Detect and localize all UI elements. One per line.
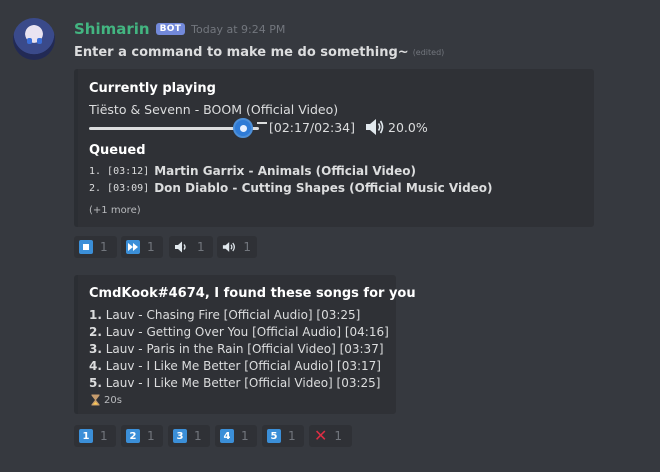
hourglass-icon — [91, 394, 100, 406]
reaction-count: 1 — [194, 429, 202, 443]
result-number: 1. — [89, 308, 102, 322]
avatar-eye-left — [27, 38, 32, 44]
search-results-embed: CmdKook#4674, I found these songs for yo… — [74, 275, 416, 414]
reaction-count: 1 — [197, 240, 205, 254]
reaction-stop[interactable]: 1 — [74, 236, 117, 258]
reaction-count: 1 — [100, 240, 108, 254]
reaction-keycap-5[interactable]: 5 1 — [262, 425, 304, 447]
queue-title: Queued — [89, 143, 146, 158]
queue-item: 2. [03:09] Don Diablo - Cutting Shapes (… — [89, 181, 493, 195]
queue-item-duration: [03:09] — [107, 182, 150, 194]
embed-title: Currently playing — [89, 81, 216, 96]
progress-knob — [233, 118, 253, 138]
bot-tag: BOT — [155, 23, 186, 35]
result-text: Lauv - I Like Me Better [Official Video]… — [105, 376, 381, 390]
keycap-5-icon: 5 — [267, 429, 281, 443]
now-playing-embed: Currently playing Tiësto & Sevenn - BOOM… — [74, 69, 594, 227]
search-result: 4. Lauv - I Like Me Better [Official Aud… — [89, 359, 381, 373]
search-result: 5. Lauv - I Like Me Better [Official Vid… — [89, 376, 380, 390]
reaction-keycap-4[interactable]: 4 1 — [215, 425, 257, 447]
queue-item-title: Martin Garrix - Animals (Official Video) — [154, 164, 417, 178]
reaction-volume-up[interactable]: 1 — [217, 236, 257, 258]
result-number: 2. — [89, 325, 102, 339]
edited-label: (edited) — [412, 47, 445, 57]
current-track: Tiësto & Sevenn - BOOM (Official Video) — [89, 102, 339, 117]
reaction-volume-down[interactable]: 1 — [169, 236, 213, 258]
search-title: CmdKook#4674, I found these songs for yo… — [89, 286, 416, 301]
keycap-4-icon: 4 — [220, 429, 234, 443]
speaker-icon — [366, 119, 384, 135]
result-text: Lauv - Paris in the Rain [Official Video… — [105, 342, 384, 356]
keycap-1-icon: 1 — [79, 429, 93, 443]
reaction-count: 1 — [100, 429, 108, 443]
stop-icon — [79, 240, 93, 254]
result-number: 3. — [89, 342, 102, 356]
reaction-count: 1 — [147, 240, 155, 254]
result-text: Lauv - I Like Me Better [Official Audio]… — [105, 359, 381, 373]
queue-item: 1. [03:12] Martin Garrix - Animals (Offi… — [89, 164, 416, 178]
message-content: Enter a command to make me do something~… — [74, 42, 644, 62]
queue-item-title: Don Diablo - Cutting Shapes (Official Mu… — [154, 181, 493, 195]
reaction-count: 1 — [288, 429, 296, 443]
volume-down-icon — [175, 241, 186, 253]
queue-item-duration: [03:12] — [107, 165, 150, 177]
search-result: 2. Lauv - Getting Over You [Official Aud… — [89, 325, 389, 339]
reaction-cancel[interactable]: ✕ 1 — [309, 425, 352, 447]
search-timer: 20s — [91, 394, 122, 406]
result-text: Lauv - Chasing Fire [Official Audio] [03… — [105, 308, 361, 322]
reaction-keycap-3[interactable]: 3 1 — [168, 425, 210, 447]
result-text: Lauv - Getting Over You [Official Audio]… — [105, 325, 389, 339]
avatar-eye-right — [37, 38, 42, 44]
progress-remaining — [257, 122, 267, 124]
queue-item-number: 1. — [89, 165, 102, 177]
reaction-count: 1 — [241, 429, 249, 443]
timestamp: Today at 9:24 PM — [191, 22, 286, 36]
result-number: 5. — [89, 376, 102, 390]
fast-forward-icon — [126, 240, 140, 254]
queue-item-number: 2. — [89, 182, 102, 194]
message-header: Shimarin BOT Today at 9:24 PM — [74, 18, 644, 40]
search-result: 3. Lauv - Paris in the Rain [Official Vi… — [89, 342, 384, 356]
search-result: 1. Lauv - Chasing Fire [Official Audio] … — [89, 308, 360, 322]
keycap-3-icon: 3 — [173, 429, 187, 443]
reaction-count: 1 — [147, 429, 155, 443]
avatar[interactable] — [13, 18, 55, 60]
reaction-count: 1 — [334, 429, 343, 443]
timer-text: 20s — [104, 394, 122, 406]
username[interactable]: Shimarin — [74, 20, 150, 38]
result-number: 4. — [89, 359, 102, 373]
reaction-keycap-2[interactable]: 2 1 — [121, 425, 163, 447]
message: Shimarin BOT Today at 9:24 PM Enter a co… — [74, 18, 644, 62]
track-time: [02:17/02:34] — [269, 120, 356, 135]
reaction-fast-forward[interactable]: 1 — [121, 236, 163, 258]
reaction-count: 1 — [243, 240, 251, 254]
volume-level: 20.0% — [388, 120, 428, 135]
keycap-2-icon: 2 — [126, 429, 140, 443]
message-text: Enter a command to make me do something~ — [74, 44, 409, 60]
queue-more: (+1 more) — [89, 205, 141, 216]
cross-mark-icon: ✕ — [314, 426, 328, 445]
volume-up-icon — [222, 242, 235, 252]
reaction-keycap-1[interactable]: 1 1 — [74, 425, 116, 447]
